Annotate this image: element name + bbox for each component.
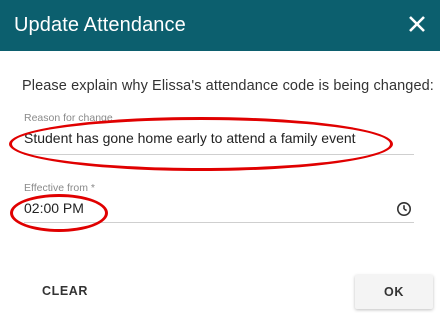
close-icon[interactable] (406, 13, 428, 35)
dialog-prompt: Please explain why Elissa's attendance c… (22, 78, 434, 94)
effective-from-label: Effective from * (24, 182, 95, 194)
dialog-header: Update Attendance (0, 0, 440, 51)
ok-button[interactable]: OK (355, 275, 433, 309)
reason-label: Reason for change (24, 112, 113, 124)
dialog-title: Update Attendance (14, 14, 186, 36)
reason-input[interactable]: Student has gone home early to attend a … (24, 130, 414, 155)
effective-time-input[interactable]: 02:00 PM (24, 200, 414, 223)
effective-time-value: 02:00 PM (24, 200, 84, 216)
clear-button[interactable]: CLEAR (42, 284, 88, 298)
clock-icon[interactable] (396, 201, 412, 217)
